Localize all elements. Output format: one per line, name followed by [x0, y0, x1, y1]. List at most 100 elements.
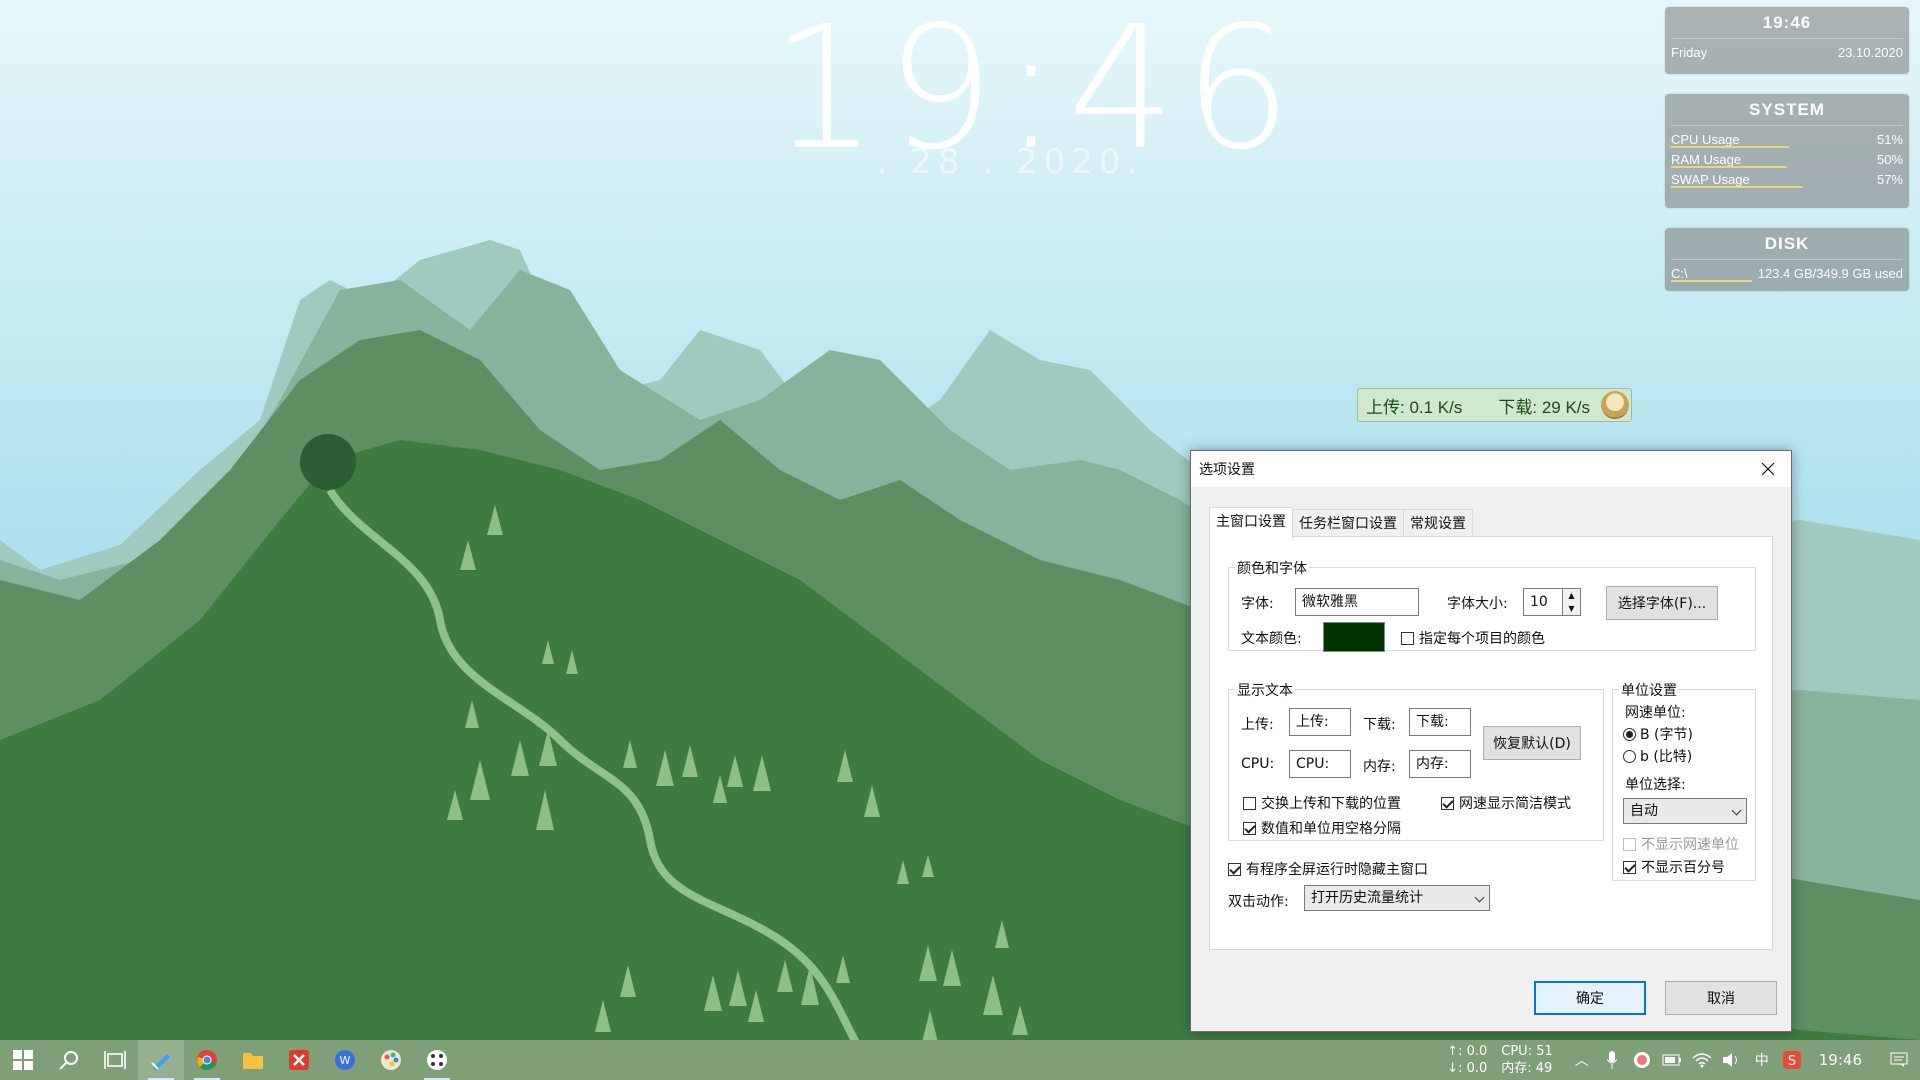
per-item-color-checkbox[interactable]: 指定每个项目的颜色	[1401, 628, 1545, 648]
dialog-titlebar[interactable]: 选项设置	[1191, 451, 1791, 487]
close-button[interactable]	[1745, 451, 1791, 487]
netspeed-floating-window[interactable]: 上传: 0.1 K/s 下载: 29 K/s	[1357, 388, 1632, 422]
tab-panel: 颜色和字体 字体: 微软雅黑 字体大小: 10 ▲ ▼ 选择字体(F)... 文…	[1209, 536, 1773, 950]
tab-main-window[interactable]: 主窗口设置	[1209, 507, 1293, 539]
net-unit-label: 网速单位:	[1625, 705, 1686, 721]
memory-text-input[interactable]: 内存:	[1409, 750, 1471, 778]
system-tray: ↑: 0.0 CPU: 51 ↓: 0.0 内存: 49 ︿ 中 S 19:46	[1447, 1040, 1920, 1080]
windows-logo-icon	[13, 1050, 33, 1070]
volume-icon[interactable]	[1717, 1040, 1747, 1080]
system-usage-bar	[1671, 186, 1804, 188]
upload-label: 上传:	[1241, 717, 1274, 733]
display-text-legend: 显示文本	[1235, 680, 1295, 700]
restore-default-button[interactable]: 恢复默认(D)	[1483, 726, 1581, 760]
taskbar-app-wps[interactable]: W	[322, 1040, 368, 1080]
unit-bit-radio[interactable]: b (比特)	[1623, 746, 1692, 766]
text-color-swatch[interactable]	[1323, 622, 1385, 652]
chevron-down-icon	[1474, 892, 1485, 903]
choose-font-button[interactable]: 选择字体(F)...	[1606, 586, 1718, 620]
microphone-icon[interactable]	[1597, 1040, 1627, 1080]
tray-download: ↓: 0.0	[1447, 1061, 1488, 1076]
taskbar-app-chrome[interactable]	[184, 1040, 230, 1080]
unit-settings-group: 单位设置 网速单位: B (字节) b (比特) 单位选择: 自动 不显示网速单…	[1612, 680, 1756, 881]
download-text-input[interactable]: 下载:	[1409, 708, 1471, 736]
tray-upload: ↑: 0.0	[1447, 1044, 1488, 1059]
download-label: 下载:	[1363, 717, 1396, 733]
space-separator-checkbox[interactable]: 数值和单位用空格分隔	[1243, 818, 1401, 838]
svg-text:W: W	[340, 1054, 351, 1067]
system-row: RAM Usage 50%	[1665, 149, 1909, 169]
options-dialog: 选项设置 主窗口设置 任务栏窗口设置 常规设置 颜色和字体 字体: 微软雅黑 字…	[1190, 450, 1792, 1032]
record-icon[interactable]	[1627, 1040, 1657, 1080]
cpu-text-input[interactable]: CPU:	[1289, 750, 1351, 778]
spinner-down-icon[interactable]: ▼	[1563, 602, 1580, 615]
text-color-label: 文本颜色:	[1241, 631, 1302, 647]
unit-select-label: 单位选择:	[1625, 777, 1686, 793]
font-size-spinner[interactable]: ▲ ▼	[1563, 588, 1581, 616]
chrome-icon	[197, 1050, 217, 1070]
color-font-legend: 颜色和字体	[1235, 558, 1309, 578]
cancel-button[interactable]: 取消	[1665, 981, 1777, 1015]
start-button[interactable]	[0, 1040, 46, 1080]
unit-byte-radio[interactable]: B (字节)	[1623, 724, 1693, 744]
netspeed-download: 下载: 29 K/s	[1498, 397, 1591, 417]
cpu-label: CPU:	[1241, 756, 1275, 772]
taskbar-app-pen-tool[interactable]	[138, 1040, 184, 1080]
system-row-value: 50%	[1876, 152, 1903, 167]
memory-label: 内存:	[1363, 759, 1396, 775]
tab-taskbar-window[interactable]: 任务栏窗口设置	[1292, 509, 1404, 538]
folder-icon	[243, 1053, 263, 1069]
tab-general[interactable]: 常规设置	[1403, 509, 1473, 538]
battery-icon[interactable]	[1657, 1040, 1687, 1080]
spinner-up-icon[interactable]: ▲	[1563, 589, 1580, 602]
sogou-input-icon[interactable]: S	[1777, 1040, 1807, 1080]
show-hidden-icons-button[interactable]: ︿	[1567, 1040, 1597, 1080]
widget-date: 23.10.2020	[1837, 45, 1903, 60]
disk-usage: 123.4 GB/349.9 GB used	[1757, 266, 1903, 281]
display-text-group: 显示文本 上传: 上传: 下载: 下载: CPU: CPU: 内存: 内存: 恢…	[1228, 680, 1604, 841]
chevron-up-icon: ︿	[1574, 1053, 1589, 1069]
upload-text-input[interactable]: 上传:	[1289, 708, 1351, 736]
font-size-input[interactable]: 10	[1523, 588, 1563, 616]
taskbar-app-network-monitor[interactable]	[414, 1040, 460, 1080]
widget-time: 19:46	[1762, 13, 1812, 32]
font-size-label: 字体大小:	[1447, 596, 1508, 612]
double-click-action-dropdown[interactable]: 打开历史流量统计	[1304, 885, 1490, 911]
system-row-value: 51%	[1876, 132, 1903, 147]
system-usage-bar	[1671, 166, 1787, 168]
taskbar-app-xmind[interactable]	[276, 1040, 322, 1080]
double-click-label: 双击动作:	[1228, 894, 1289, 910]
search-icon	[59, 1051, 78, 1070]
color-palette-icon	[381, 1050, 401, 1070]
tray-clock[interactable]: 19:46	[1819, 1051, 1862, 1069]
system-widget: SYSTEM CPU Usage 51% RAM Usage 50% SWAP Usag…	[1665, 94, 1909, 208]
hide-percent-checkbox[interactable]: 不显示百分号	[1623, 857, 1725, 877]
system-row-label: RAM Usage	[1671, 152, 1742, 167]
search-button[interactable]	[46, 1040, 92, 1080]
wps-icon: W	[335, 1050, 355, 1070]
xmind-icon	[289, 1050, 309, 1070]
system-row-label: SWAP Usage	[1671, 172, 1750, 187]
system-row: CPU Usage 51%	[1665, 126, 1909, 149]
taskbar-app-palette[interactable]	[368, 1040, 414, 1080]
unit-select-dropdown[interactable]: 自动	[1623, 798, 1747, 824]
system-row-value: 57%	[1876, 172, 1903, 187]
system-usage-bar	[1671, 146, 1790, 148]
ok-button[interactable]: 确定	[1534, 981, 1646, 1015]
taskbar-app-file-explorer[interactable]	[230, 1040, 276, 1080]
input-method-indicator[interactable]: 中	[1747, 1040, 1777, 1080]
disk-drive: C:\	[1671, 266, 1688, 281]
task-view-button[interactable]	[92, 1040, 138, 1080]
tray-memory: 内存: 49	[1501, 1061, 1553, 1076]
tray-cpu: CPU: 51	[1501, 1044, 1553, 1059]
wifi-icon[interactable]	[1687, 1040, 1717, 1080]
dialog-title: 选项设置	[1199, 462, 1255, 478]
font-label: 字体:	[1241, 596, 1274, 612]
font-name-input[interactable]: 微软雅黑	[1295, 588, 1419, 616]
swap-upload-download-checkbox[interactable]: 交换上传和下载的位置	[1243, 793, 1401, 813]
taskbar-netspeed-stats[interactable]: ↑: 0.0 CPU: 51 ↓: 0.0 内存: 49	[1447, 1043, 1553, 1077]
compact-mode-checkbox[interactable]: 网速显示简洁模式	[1441, 793, 1571, 813]
hide-on-fullscreen-checkbox[interactable]: 有程序全屏运行时隐藏主窗口	[1228, 859, 1428, 879]
netspeed-upload: 上传: 0.1 K/s	[1366, 397, 1463, 417]
action-center-icon[interactable]	[1884, 1040, 1914, 1080]
